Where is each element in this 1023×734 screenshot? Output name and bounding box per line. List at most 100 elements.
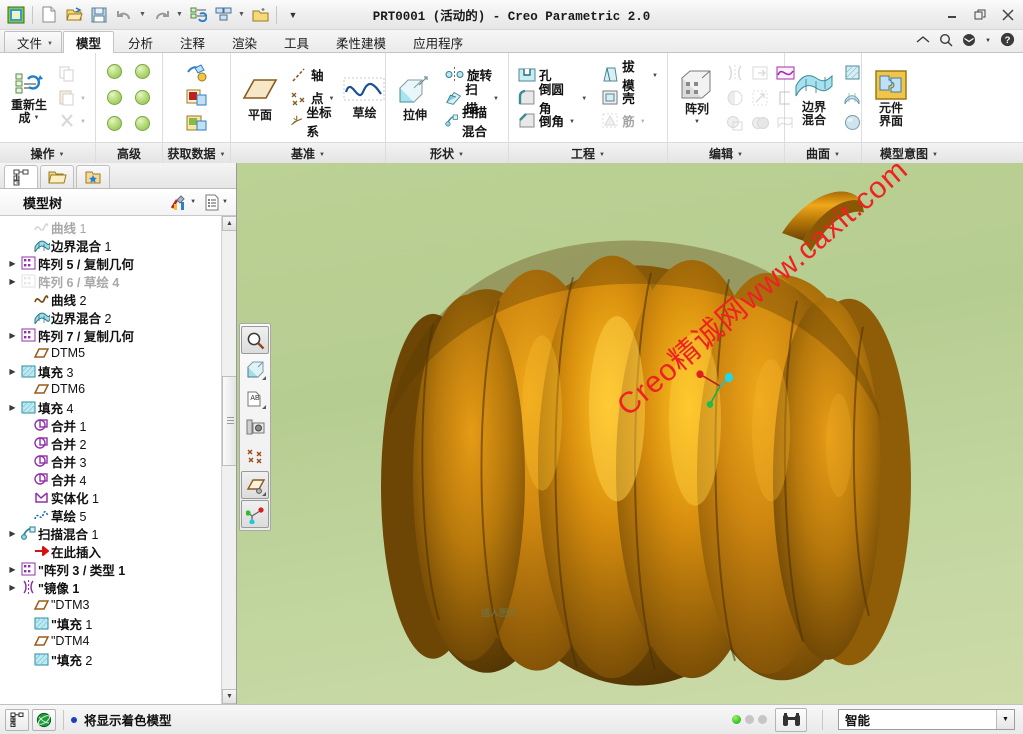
thicken-button[interactable] — [773, 111, 797, 135]
advanced-tool-4[interactable] — [130, 86, 154, 110]
folder-browser-tab[interactable] — [40, 165, 74, 188]
tree-item[interactable]: 边界混合 2 — [0, 308, 236, 326]
model-tree-tab[interactable] — [4, 165, 38, 188]
binoculars-icon[interactable] — [775, 707, 807, 732]
paste-button[interactable]: ▼ — [55, 87, 90, 109]
window-switch-icon[interactable] — [211, 3, 235, 27]
selection-filter-combo[interactable]: 智能 ▼ — [838, 709, 1015, 730]
chevron-down-icon[interactable]: ▼ — [34, 112, 40, 124]
chevron-down-icon[interactable]: ▼ — [694, 116, 700, 128]
chevron-down-icon[interactable]: ▼ — [80, 96, 86, 102]
fill-surface-button[interactable] — [840, 61, 864, 85]
expand-arrow-icon[interactable]: ▶ — [6, 403, 19, 412]
expand-arrow-icon[interactable]: ▶ — [6, 583, 19, 592]
round-button[interactable]: 倒圆角 ▼ — [514, 83, 591, 116]
chevron-down-icon[interactable]: ▼ — [569, 119, 575, 125]
tree-item[interactable]: 合并 4 — [0, 470, 236, 488]
tab-applications[interactable]: 应用程序 — [400, 31, 476, 52]
open-file-icon[interactable] — [62, 3, 86, 27]
dropdown-corner-icon[interactable] — [262, 376, 266, 380]
style-surface-button[interactable] — [840, 86, 864, 110]
expand-arrow-icon[interactable]: ▶ — [6, 529, 19, 538]
dropdown-corner-icon[interactable] — [262, 405, 266, 409]
creo-logo-icon[interactable] — [4, 3, 28, 27]
collapse-ribbon-icon[interactable] — [916, 34, 930, 48]
close-button[interactable] — [1000, 7, 1016, 23]
tree-display-button[interactable]: ▼ — [201, 192, 231, 212]
expand-arrow-icon[interactable]: ▶ — [6, 331, 19, 340]
scrollbar-thumb[interactable] — [222, 376, 236, 466]
expand-arrow-icon[interactable]: ▶ — [6, 277, 19, 286]
tree-item[interactable]: 在此插入 — [0, 542, 236, 560]
swept-blend-button[interactable]: 扫描混合 — [441, 106, 503, 139]
model-tree[interactable]: 曲线 1 边界混合 1 ▶ 阵列 5 / 复制几何 ▶ 阵列 6 / 草绘 4 曲线 2 边界… — [0, 216, 236, 704]
saved-view-icon[interactable] — [241, 413, 269, 441]
trim-button[interactable] — [723, 86, 747, 110]
model-tree-scrollbar[interactable]: ▲ ▼ — [221, 216, 236, 704]
tree-item[interactable]: 曲线 1 — [0, 218, 236, 236]
maximize-button[interactable] — [972, 7, 988, 23]
chevron-down-icon[interactable]: ▼ — [80, 119, 86, 125]
tree-item[interactable]: ▶ 阵列 5 / 复制几何 — [0, 254, 236, 272]
chevron-down-icon[interactable]: ▼ — [493, 96, 499, 102]
shrinkwrap-button[interactable] — [185, 111, 209, 135]
sketch-button[interactable]: 草绘 — [340, 73, 388, 122]
tree-item[interactable]: "填充 1 — [0, 614, 236, 632]
save-icon[interactable] — [87, 3, 111, 27]
saved-views-dropdown-arrow[interactable]: ▼ — [985, 38, 991, 44]
draft-button[interactable]: 拔模 ▼ — [597, 60, 662, 93]
help-icon[interactable]: ? — [1000, 32, 1015, 50]
advanced-tool-5[interactable] — [102, 112, 126, 136]
extend-button[interactable] — [748, 86, 772, 110]
datum-plane-button[interactable]: 平面 — [236, 71, 284, 124]
tree-item[interactable]: 合并 1 — [0, 416, 236, 434]
intersect-button[interactable] — [723, 111, 747, 135]
tree-item[interactable]: DTM5 — [0, 344, 236, 362]
chevron-down-icon[interactable]: ▼ — [640, 119, 646, 125]
minimize-button[interactable] — [944, 7, 960, 23]
user-defined-feature-button[interactable] — [185, 61, 209, 85]
tab-model[interactable]: 模型 — [62, 31, 114, 53]
advanced-tool-2[interactable] — [130, 60, 154, 84]
zoom-in-icon[interactable] — [241, 326, 269, 354]
model-tree-toggle-icon[interactable] — [5, 708, 29, 731]
regenerate-icon[interactable] — [186, 3, 210, 27]
undo-dropdown-arrow[interactable]: ▼ — [137, 4, 148, 26]
ribbon-group-engineering-label[interactable]: 工程 ▼ — [509, 142, 667, 163]
tree-item[interactable]: DTM6 — [0, 380, 236, 398]
pumpkin-3d-model[interactable] — [237, 163, 1023, 704]
tree-item[interactable]: ▶ "镜像 1 — [0, 578, 236, 596]
expand-arrow-icon[interactable]: ▶ — [6, 367, 19, 376]
chevron-down-icon[interactable]: ▼ — [996, 710, 1014, 729]
move-button[interactable] — [748, 61, 772, 85]
chamfer-button[interactable]: 倒角 ▼ — [514, 110, 591, 132]
regenerate-button[interactable]: 重新生 成 ▼ — [5, 69, 53, 127]
search-icon[interactable] — [939, 33, 953, 50]
scroll-down-button[interactable]: ▼ — [222, 689, 236, 704]
expand-arrow-icon[interactable]: ▶ — [6, 565, 19, 574]
rib-button[interactable]: 筋 ▼ — [597, 110, 662, 132]
tab-render[interactable]: 渲染 — [219, 31, 270, 52]
redo-icon[interactable] — [149, 3, 173, 27]
scroll-up-button[interactable]: ▲ — [222, 216, 236, 231]
window-dropdown-arrow[interactable]: ▼ — [236, 4, 247, 26]
chevron-down-icon[interactable]: ▼ — [652, 73, 658, 79]
extrude-button[interactable]: 拉伸 — [391, 71, 439, 124]
close-window-icon[interactable] — [248, 3, 272, 27]
datum-axis-button[interactable]: 轴 — [286, 64, 338, 86]
advanced-tool-6[interactable] — [130, 112, 154, 136]
redo-dropdown-arrow[interactable]: ▼ — [174, 4, 185, 26]
coordinate-system-button[interactable]: 坐标系 — [286, 106, 338, 139]
chevron-down-icon[interactable]: ▼ — [581, 96, 587, 102]
copy-geometry-button[interactable] — [185, 86, 209, 110]
undo-icon[interactable] — [112, 3, 136, 27]
chevron-down-icon[interactable]: ▼ — [329, 96, 335, 102]
saved-views-icon[interactable] — [962, 33, 976, 50]
boundary-blend-button[interactable]: 边界 混合 — [790, 67, 838, 129]
customize-qat-icon[interactable]: ▼ — [281, 3, 305, 27]
tree-item[interactable]: ▶ 扫描混合 1 — [0, 524, 236, 542]
datum-display-icon[interactable] — [241, 442, 269, 470]
plane-display-icon[interactable] — [241, 471, 269, 499]
offset-button[interactable] — [773, 86, 797, 110]
tree-item[interactable]: 草绘 5 — [0, 506, 236, 524]
